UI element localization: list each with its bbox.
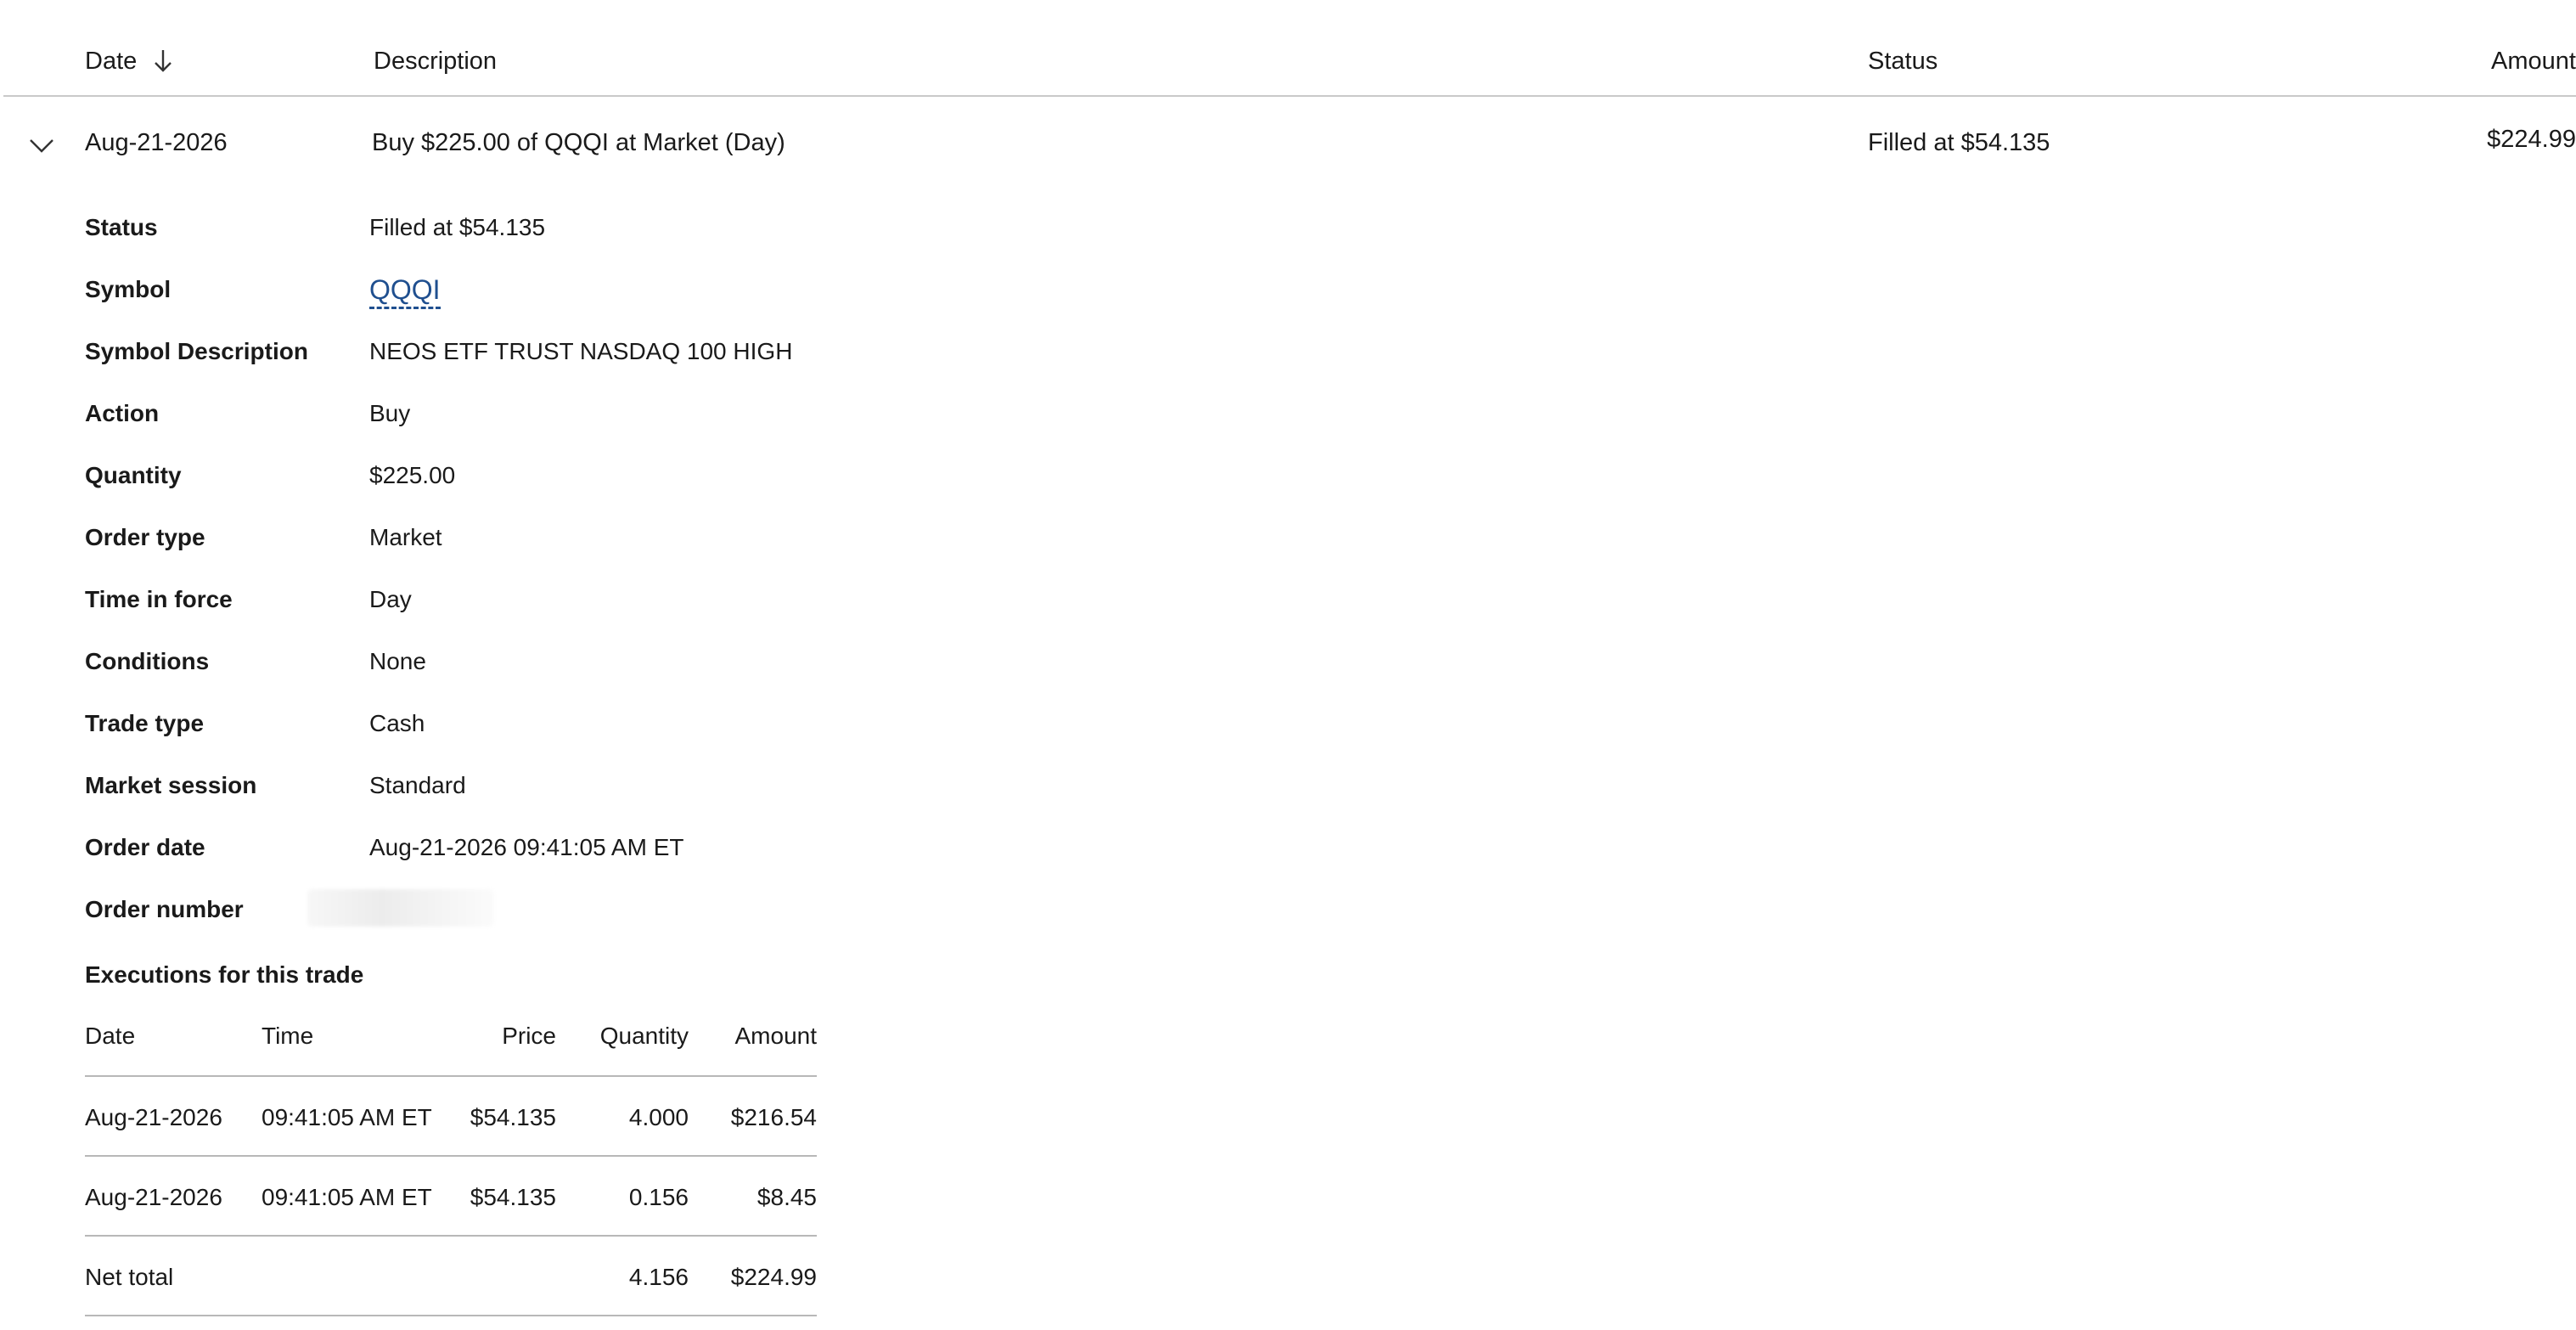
detail-value: QQQI <box>369 273 441 309</box>
net-total-amount: $224.99 <box>730 1264 817 1290</box>
detail-label: Order number <box>85 896 244 922</box>
detail-label: Market session <box>85 772 257 798</box>
detail-value: Aug-21-2026 09:41:05 AM ET <box>369 834 684 860</box>
detail-value: Buy <box>369 400 411 426</box>
order-amount: $224.99 <box>2487 126 2576 153</box>
description-column-header: Description <box>374 48 498 75</box>
detail-label: Quantity <box>85 462 182 488</box>
detail-label: Trade type <box>85 710 205 736</box>
exec-time: 09:41:05 AM ET <box>262 1184 432 1210</box>
executions-table: Date Time Price Quantity Amount Aug-21-2… <box>85 1016 817 1316</box>
table-row: Aug-21-2026 09:41:05 AM ET $54.135 4.000… <box>85 1077 817 1157</box>
detail-value: Standard <box>369 772 466 798</box>
executions-title: Executions for this trade <box>85 961 364 988</box>
net-total-quantity: 4.156 <box>628 1264 689 1290</box>
symbol-link[interactable]: QQQI <box>369 274 441 309</box>
detail-label: Symbol Description <box>85 338 308 364</box>
detail-order-type: Order type Market <box>85 512 1274 574</box>
status-column-header: Status <box>1868 48 1938 75</box>
exec-price: $54.135 <box>470 1184 556 1210</box>
arrow-down-icon[interactable] <box>150 47 176 76</box>
detail-value: None <box>369 648 426 674</box>
order-date: Aug-21-2026 <box>85 129 228 156</box>
order-status: Filled at $54.135 <box>1868 129 2050 156</box>
detail-quantity: Quantity $225.00 <box>85 450 1274 512</box>
exec-date-header: Date <box>85 1023 136 1049</box>
exec-price: $54.135 <box>470 1104 556 1130</box>
exec-date: Aug-21-2026 <box>85 1184 222 1210</box>
detail-symbol: Symbol QQQI <box>85 264 1274 326</box>
exec-date: Aug-21-2026 <box>85 1104 222 1130</box>
exec-quantity: 4.000 <box>628 1104 689 1130</box>
net-total-label: Net total <box>85 1264 174 1290</box>
detail-time-in-force: Time in force Day <box>85 574 1274 636</box>
detail-value: Day <box>369 586 412 612</box>
detail-label: Conditions <box>85 648 210 674</box>
detail-value: Market <box>369 524 442 550</box>
detail-order-date: Order date Aug-21-2026 09:41:05 AM ET <box>85 822 1274 884</box>
date-column-header[interactable]: Date <box>85 44 176 78</box>
order-history-page: Date Description Status Amount Aug-21-20… <box>0 0 2576 1330</box>
detail-label: Order type <box>85 524 205 550</box>
amount-column-header: Amount <box>2491 48 2576 75</box>
exec-time: 09:41:05 AM ET <box>262 1104 432 1130</box>
redacted-order-number <box>307 889 494 927</box>
table-row: Aug-21-2026 09:41:05 AM ET $54.135 0.156… <box>85 1157 817 1237</box>
detail-label: Action <box>85 400 160 426</box>
detail-conditions: Conditions None <box>85 636 1274 698</box>
detail-value: NEOS ETF TRUST NASDAQ 100 HIGH <box>369 338 793 364</box>
detail-value: Filled at $54.135 <box>369 214 546 240</box>
exec-quantity-header: Quantity <box>599 1023 689 1049</box>
exec-quantity: 0.156 <box>628 1184 689 1210</box>
exec-price-header: Price <box>502 1023 556 1049</box>
date-header-label: Date <box>85 48 138 75</box>
exec-amount: $216.54 <box>730 1104 817 1130</box>
detail-label: Order date <box>85 834 205 860</box>
detail-market-session: Market session Standard <box>85 760 1274 822</box>
detail-value: Cash <box>369 710 425 736</box>
exec-amount: $8.45 <box>756 1184 817 1210</box>
detail-trade-type: Trade type Cash <box>85 698 1274 760</box>
exec-time-header: Time <box>262 1023 314 1049</box>
detail-value: $225.00 <box>369 462 456 488</box>
detail-label: Status <box>85 214 158 240</box>
detail-label: Time in force <box>85 586 233 612</box>
detail-label: Symbol <box>85 276 172 302</box>
detail-status: Status Filled at $54.135 <box>85 202 1274 264</box>
order-row[interactable]: Aug-21-2026 Buy $225.00 of QQQI at Marke… <box>3 97 2576 192</box>
order-details: Status Filled at $54.135 Symbol QQQI Sym… <box>85 202 1274 946</box>
executions-header: Date Time Price Quantity Amount <box>85 1016 817 1077</box>
order-description: Buy $225.00 of QQQI at Market (Day) <box>372 129 785 156</box>
net-total-row: Net total 4.156 $224.99 <box>85 1237 817 1316</box>
detail-order-number: Order number <box>85 884 1274 946</box>
table-header: Date Description Status Amount <box>3 0 2576 97</box>
chevron-down-icon[interactable] <box>27 131 56 160</box>
detail-symbol-description: Symbol Description NEOS ETF TRUST NASDAQ… <box>85 326 1274 388</box>
detail-action: Action Buy <box>85 388 1274 450</box>
exec-amount-header: Amount <box>734 1023 818 1049</box>
